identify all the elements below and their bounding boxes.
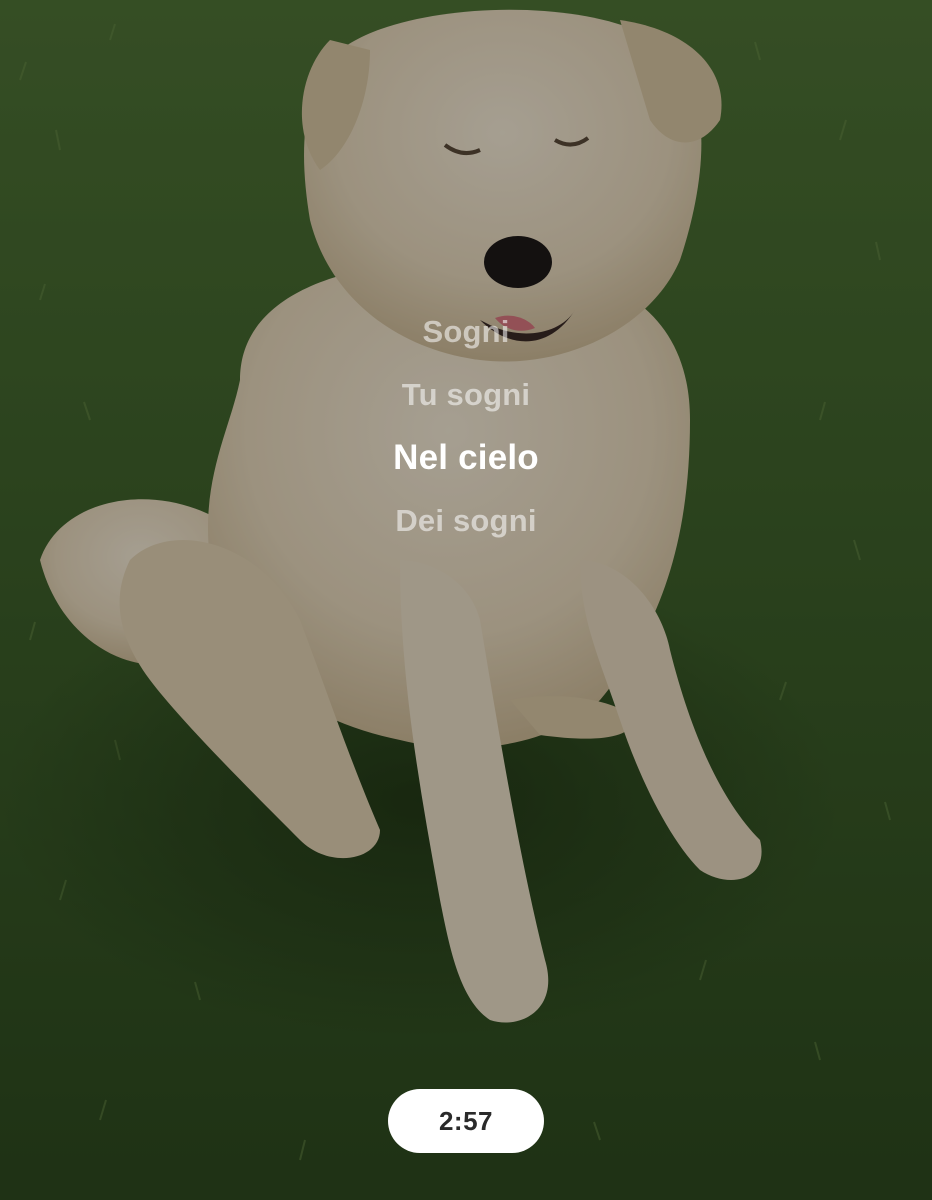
timer-label: 2:57 (438, 1105, 494, 1136)
timer-pill[interactable]: 2:57 (388, 1089, 544, 1153)
dim-overlay (0, 0, 932, 1200)
lyric-line-active[interactable]: Nel cielo (393, 426, 539, 489)
lyric-line[interactable]: Dei sogni (395, 489, 536, 552)
lyric-line[interactable]: Tu sogni (402, 363, 530, 426)
lyric-line[interactable]: Sogni (422, 300, 509, 363)
lyrics-panel: Sogni Tu sogni Nel cielo Dei sogni (0, 300, 932, 552)
